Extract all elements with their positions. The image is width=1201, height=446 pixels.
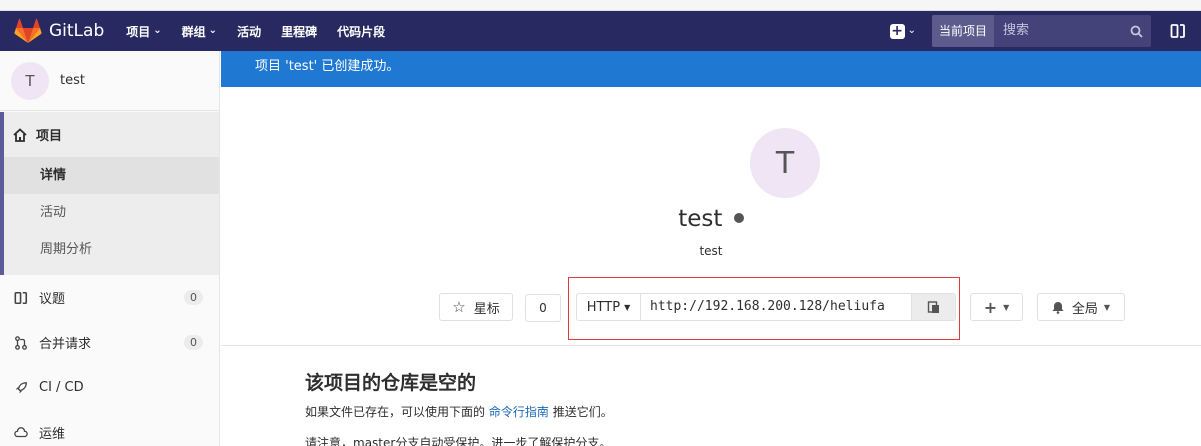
protected-branch-note: 请注意，master分支自动受保护。进一步了解保护分支。 <box>305 436 612 446</box>
main-content: 项目 'test' 已创建成功。 T test test ☆ 星标 0 HTTP… <box>221 51 1201 446</box>
command-line-guide-link[interactable]: 命令行指南 <box>489 405 549 419</box>
add-new-dropdown-button[interactable]: + ▼ <box>970 293 1023 321</box>
top-navbar: GitLab 项目 ⌄ 群组 ⌄ 活动 里程碑 代码片段 + ⌄ 当前项目 搜索 <box>0 11 1201 51</box>
clone-url-group: HTTP ▼ http://192.168.200.128/heliufa <box>576 293 956 321</box>
nav-links: 项目 ⌄ 群组 ⌄ 活动 里程碑 代码片段 <box>126 23 405 40</box>
new-dropdown-button[interactable]: + ⌄ <box>889 22 916 39</box>
project-path: test <box>699 244 723 258</box>
issues-icon <box>12 291 30 305</box>
project-sidebar: T test 项目 详情 活动 周期分析 议题 0 合并请求 0 CI / CD… <box>0 51 220 446</box>
search-box[interactable]: 当前项目 搜索 <box>932 15 1151 47</box>
clone-url-input[interactable]: http://192.168.200.128/heliufa <box>641 294 911 320</box>
cloud-gear-icon <box>12 426 30 440</box>
sidebar-item-merge-requests[interactable]: 合并请求 0 <box>0 320 219 365</box>
project-avatar-small: T <box>11 61 49 100</box>
navbar-right: + ⌄ 当前项目 搜索 <box>889 11 1201 51</box>
sidebar-context-header[interactable]: T test <box>0 51 219 111</box>
sidebar-item-label: 项目 <box>36 129 63 144</box>
empty-repo-title: 该项目的仓库是空的 <box>305 372 477 394</box>
issues-nav-icon[interactable] <box>1165 11 1191 51</box>
chevron-down-icon: ⌄ <box>153 24 162 36</box>
notification-level-label: 全局 <box>1071 301 1098 317</box>
bell-icon <box>1052 301 1064 314</box>
star-count[interactable]: 0 <box>525 294 561 322</box>
plus-icon: + <box>983 297 998 317</box>
clone-protocol-label: HTTP <box>586 299 621 315</box>
sidebar-item-operations[interactable]: 运维 <box>0 410 219 446</box>
sidebar-item-cicd[interactable]: CI / CD <box>0 365 219 410</box>
star-icon: ☆ <box>452 298 466 316</box>
sidebar-subitem-activity[interactable]: 活动 <box>4 194 219 231</box>
sidebar-project-name: test <box>60 73 85 88</box>
notification-settings-button[interactable]: 全局 ▼ <box>1037 293 1125 321</box>
nav-milestones[interactable]: 里程碑 <box>281 23 317 40</box>
sidebar-item-label: CI / CD <box>39 380 84 395</box>
search-icon <box>1121 15 1151 47</box>
nav-projects-dropdown[interactable]: 项目 ⌄ <box>126 23 161 40</box>
sidebar-section-project: 项目 详情 活动 周期分析 <box>0 112 219 275</box>
brand[interactable]: GitLab <box>14 11 104 51</box>
sidebar-subitem-cycle-analytics[interactable]: 周期分析 <box>4 231 219 268</box>
sidebar-item-label: 运维 <box>39 427 66 442</box>
nav-activity[interactable]: 活动 <box>237 23 261 40</box>
plus-square-icon: + <box>889 22 905 39</box>
sidebar-item-project[interactable]: 项目 <box>4 112 219 157</box>
empty-text-before: 如果文件已存在，可以使用下面的 <box>305 405 486 419</box>
copy-url-button[interactable] <box>911 294 955 320</box>
chevron-down-icon: ⌄ <box>208 24 218 36</box>
project-title: test <box>221 206 1201 232</box>
globe-visibility-icon <box>733 212 744 223</box>
sidebar-item-issues[interactable]: 议题 0 <box>0 275 219 320</box>
rocket-icon <box>12 381 30 395</box>
merge-request-icon <box>12 335 30 350</box>
nav-groups-label: 群组 <box>181 24 206 39</box>
sidebar-item-label: 合并请求 <box>39 337 92 352</box>
gitlab-logo-icon <box>14 18 42 43</box>
chevron-down-icon: ⌄ <box>907 24 916 36</box>
caret-down-icon: ▼ <box>1103 302 1111 312</box>
section-divider <box>221 345 1201 346</box>
nav-projects-label: 项目 <box>126 24 151 39</box>
sidebar-subitem-details[interactable]: 详情 <box>4 157 219 194</box>
sidebar-item-label: 议题 <box>39 292 66 307</box>
nav-groups-dropdown[interactable]: 群组 ⌄ <box>182 23 217 40</box>
project-avatar: T <box>750 128 820 198</box>
merge-requests-count-badge: 0 <box>184 335 203 350</box>
search-input[interactable]: 搜索 <box>994 15 1121 47</box>
project-name: test <box>678 206 723 232</box>
star-button[interactable]: ☆ 星标 <box>439 293 513 321</box>
flash-notice: 项目 'test' 已创建成功。 <box>221 51 1201 87</box>
browser-top-strip <box>0 0 1201 11</box>
sidebar-lower-items: 议题 0 合并请求 0 CI / CD 运维 <box>0 275 219 446</box>
search-scope-badge[interactable]: 当前项目 <box>932 15 995 47</box>
issues-count-badge: 0 <box>184 290 203 305</box>
brand-name: GitLab <box>49 21 105 41</box>
home-icon <box>13 127 27 142</box>
nav-snippets[interactable]: 代码片段 <box>337 23 385 40</box>
caret-down-icon: ▼ <box>1003 302 1010 312</box>
caret-down-icon: ▼ <box>624 302 631 312</box>
empty-text-after: 推送它们。 <box>552 405 613 419</box>
clipboard-icon <box>927 301 939 313</box>
clone-protocol-dropdown[interactable]: HTTP ▼ <box>577 294 641 320</box>
empty-repo-description: 如果文件已存在，可以使用下面的 命令行指南 推送它们。 <box>305 403 613 420</box>
star-button-label: 星标 <box>473 301 500 317</box>
